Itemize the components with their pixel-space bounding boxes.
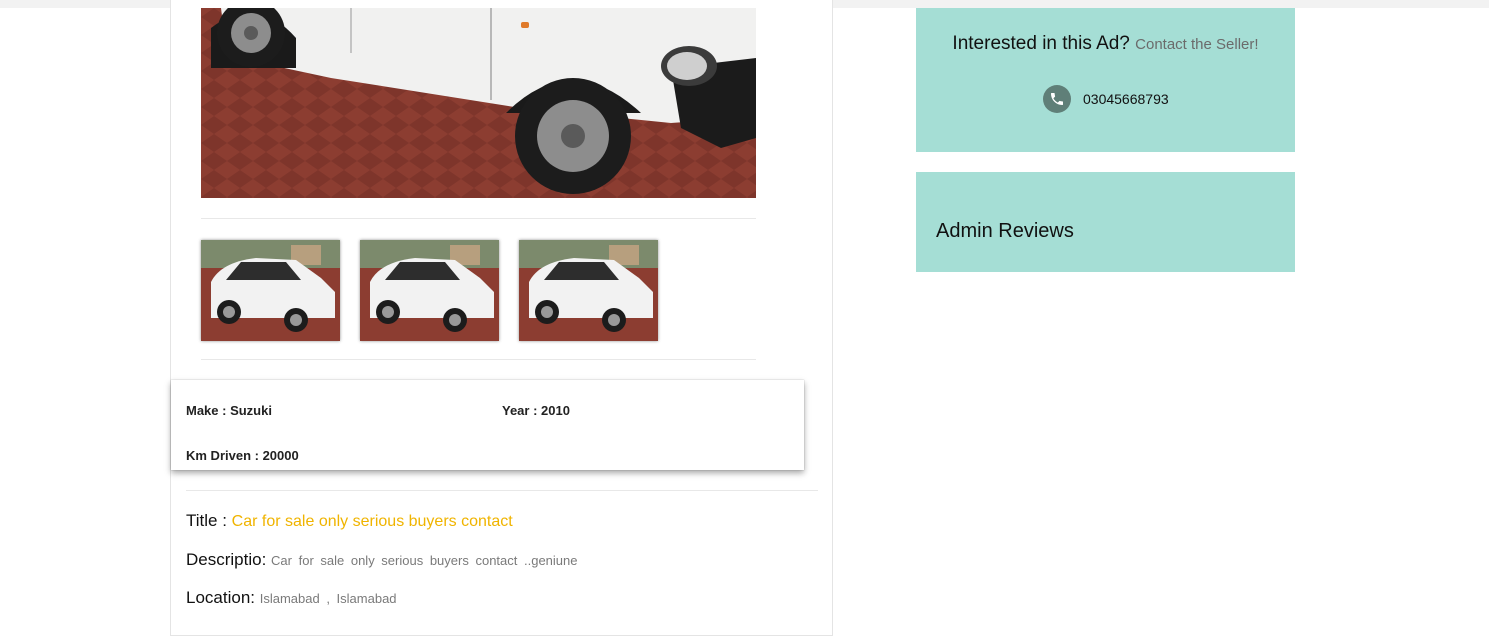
divider (201, 218, 756, 219)
thumbnail-2[interactable] (360, 240, 499, 341)
spec-make: Make : Suzuki (186, 403, 272, 418)
admin-reviews-title: Admin Reviews (936, 220, 1074, 242)
spec-year: Year : 2010 (502, 403, 570, 418)
spec-km-driven: Km Driven : 20000 (186, 448, 299, 463)
location-label: Location: (186, 588, 255, 607)
divider (201, 359, 756, 360)
phone-icon (1043, 85, 1071, 113)
specs-card: Make : Suzuki Year : 2010 Km Driven : 20… (171, 380, 804, 470)
description-value: Car for sale only serious buyers contact… (271, 553, 578, 568)
location-value: Islamabad , Islamabad (259, 591, 397, 606)
divider (186, 490, 818, 491)
contact-seller-box: Interested in this Ad? Contact the Selle… (916, 8, 1295, 152)
thumbnail-3[interactable] (519, 240, 658, 341)
phone-number[interactable]: 03045668793 (1083, 91, 1169, 107)
description-row: Descriptio: Car for sale only serious bu… (186, 550, 577, 570)
contact-heading: Interested in this Ad? Contact the Selle… (916, 33, 1295, 55)
contact-subheading: Contact the Seller! (1135, 36, 1259, 53)
description-label: Descriptio: (186, 550, 267, 569)
location-row: Location: Islamabad , Islamabad (186, 588, 397, 608)
title-row: Title : Car for sale only serious buyers… (186, 511, 513, 531)
admin-reviews-box: Admin Reviews (916, 172, 1295, 272)
title-value: Car for sale only serious buyers contact (231, 513, 513, 530)
title-label: Title : (186, 511, 227, 530)
thumbnail-1[interactable] (201, 240, 340, 341)
contact-heading-text: Interested in this Ad? (952, 33, 1130, 54)
main-car-photo[interactable] (201, 8, 756, 198)
phone-row[interactable]: 03045668793 (1043, 84, 1169, 114)
